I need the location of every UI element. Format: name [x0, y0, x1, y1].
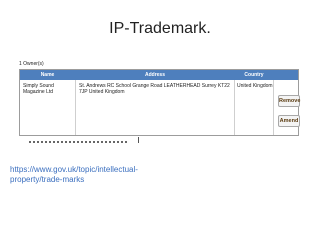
column-header-name: Name	[40, 72, 55, 78]
owner-address-cell: St. Andrews RC School Grange Road LEATHE…	[79, 83, 230, 95]
table-header: Name Address Country	[20, 70, 298, 80]
cropped-text-remnant	[29, 141, 129, 143]
column-divider	[234, 80, 235, 135]
amend-button[interactable]: Amend	[278, 115, 300, 127]
column-header-country: Country	[244, 72, 264, 78]
remove-button[interactable]: Remove	[278, 95, 300, 107]
column-divider	[75, 80, 76, 135]
text-cursor-mark	[138, 137, 139, 143]
owner-country-cell: United Kingdom	[237, 83, 273, 89]
owner-name-cell: Simply Sound Magazine Ltd	[23, 83, 54, 95]
column-divider	[273, 80, 274, 135]
owners-table: Name Address Country Simply Sound Magazi…	[19, 69, 300, 136]
source-link[interactable]: https://www.gov.uk/topic/intellectual-pr…	[10, 165, 180, 185]
column-header-address: Address	[144, 72, 165, 78]
owners-count-label: 1 Owner(s)	[19, 61, 44, 67]
screenshot-panel: 1 Owner(s) Name Address Country Simply S…	[10, 53, 306, 147]
slide-title: IP-Trademark.	[109, 20, 211, 37]
